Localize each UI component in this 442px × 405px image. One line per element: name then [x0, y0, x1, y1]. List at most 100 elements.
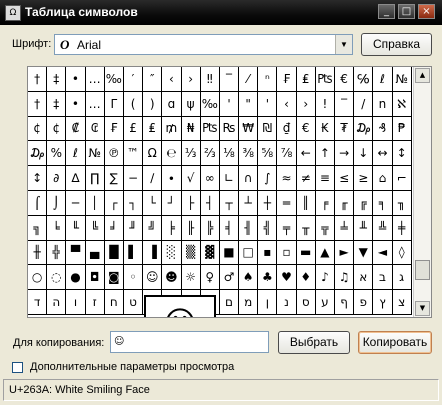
character-cell[interactable]: ₣ [104, 116, 124, 142]
character-cell[interactable]: " [239, 91, 259, 117]
character-cell[interactable]: … [85, 91, 105, 117]
character-cell[interactable]: ∩ [239, 166, 259, 191]
character-cell[interactable]: □ [239, 240, 259, 266]
character-cell[interactable]: ▫ [277, 240, 297, 266]
character-cell[interactable]: ♪ [315, 265, 335, 291]
character-cell[interactable]: ℅ [354, 67, 374, 92]
copy-input[interactable]: ☺ [110, 331, 269, 353]
character-cell[interactable]: ו [66, 290, 86, 315]
character-cell[interactable]: ╛ [104, 215, 124, 241]
character-cell[interactable]: ═ [277, 190, 297, 216]
character-cell[interactable]: ₤ [143, 116, 163, 142]
character-cell[interactable]: ם [219, 290, 240, 315]
character-cell[interactable]: ∆ [66, 166, 86, 191]
character-cell[interactable]: ‡ [47, 91, 67, 117]
character-cell[interactable]: ₯ [28, 141, 48, 167]
character-cell[interactable]: ┴ [239, 190, 259, 216]
character-cell[interactable]: ├ [181, 190, 201, 216]
character-cell[interactable]: ‼ [200, 67, 220, 92]
character-cell[interactable]: ▼ [354, 240, 374, 266]
character-cell[interactable]: … [85, 67, 105, 92]
character-grid[interactable]: † ‡ •… ‰ ′ ″ ‹ › ‼ ‾ ⁄ ⁿ ₣ ₤ ₧ € ℅ ℓ № † ‡ •… Γ() ɑ ψ ‰ ' " ' ‹ ›! ‾ / n ℵ… [27, 66, 432, 318]
copy-button[interactable]: Копировать [358, 331, 432, 354]
character-cell[interactable]: ץ [373, 290, 393, 315]
character-cell[interactable]: ╗ [28, 215, 48, 241]
character-cell[interactable]: ף [335, 290, 355, 315]
character-cell[interactable]: ג [392, 265, 412, 291]
character-cell[interactable]: ( [123, 91, 144, 117]
character-cell[interactable]: ╪ [392, 215, 412, 241]
character-cell[interactable]: ┘ [162, 190, 182, 216]
character-cell[interactable]: ▲ [315, 240, 335, 266]
character-cell[interactable]: ⅜ [239, 141, 259, 167]
character-cell[interactable]: Γ [104, 91, 124, 117]
character-cell[interactable]: → [335, 141, 355, 167]
character-cell[interactable]: ╡ [219, 215, 240, 241]
character-cell[interactable]: ∟ [219, 166, 240, 191]
character-cell[interactable]: ב [373, 265, 393, 291]
character-cell[interactable]: ≠ [296, 166, 316, 191]
character-cell[interactable]: ♣ [258, 265, 278, 291]
character-cell[interactable]: ₫ [277, 116, 297, 142]
character-cell[interactable]: ₱ [392, 116, 412, 142]
advanced-view-checkbox[interactable] [12, 362, 23, 373]
character-cell[interactable]: ס [296, 290, 316, 315]
close-button[interactable]: × [418, 4, 435, 19]
character-cell[interactable]: ┤ [200, 190, 220, 216]
character-cell[interactable]: │ [85, 190, 105, 216]
character-cell[interactable]: ≡ [315, 166, 335, 191]
character-cell[interactable]: א [354, 265, 374, 291]
character-cell[interactable]: ╦ [315, 215, 335, 241]
character-cell[interactable]: ₭ [315, 116, 335, 142]
character-cell[interactable]: ₧ [315, 67, 335, 92]
character-cell[interactable]: ● [66, 265, 86, 291]
character-cell[interactable]: ψ [181, 91, 201, 117]
character-cell[interactable]: € [296, 116, 316, 142]
character-cell[interactable]: ⅞ [277, 141, 297, 167]
character-cell[interactable]: ╒ [315, 190, 335, 216]
character-cell[interactable]: ™ [123, 141, 144, 167]
character-cell[interactable]: ‰ [104, 67, 124, 92]
scroll-down-icon[interactable]: ▼ [415, 301, 430, 316]
character-cell[interactable]: ₢ [85, 116, 105, 142]
character-cell[interactable]: ♥ [277, 265, 297, 291]
scroll-up-icon[interactable]: ▲ [415, 68, 430, 83]
character-cell[interactable]: ☺ [143, 265, 163, 291]
character-cell[interactable]: ╝ [143, 215, 163, 241]
character-cell[interactable]: € [335, 67, 355, 92]
character-cell[interactable]: £ [123, 116, 144, 142]
character-cell[interactable]: ₤ [296, 67, 316, 92]
character-cell[interactable]: ℓ [66, 141, 86, 167]
character-cell[interactable]: ⌡ [47, 190, 67, 216]
character-cell[interactable]: ╤ [277, 215, 297, 241]
character-cell[interactable]: ─ [66, 190, 86, 216]
character-cell[interactable]: ℮ [162, 141, 182, 167]
character-cell[interactable]: ≤ [335, 166, 355, 191]
character-cell[interactable]: ɑ [162, 91, 182, 117]
character-cell[interactable]: ║ [296, 190, 316, 216]
character-cell[interactable]: ‹ [162, 67, 182, 92]
character-cell[interactable]: ╢ [239, 215, 259, 241]
character-cell[interactable]: ╘ [47, 215, 67, 241]
character-cell[interactable]: ┌ [104, 190, 124, 216]
character-cell[interactable]: ∏ [85, 166, 105, 191]
character-cell[interactable]: ↔ [373, 141, 393, 167]
character-cell[interactable]: ∙ [162, 166, 182, 191]
character-cell[interactable]: צ [392, 290, 412, 315]
character-cell[interactable]: ≈ [277, 166, 297, 191]
character-cell[interactable]: ░ [162, 240, 182, 266]
character-cell[interactable]: ′ [123, 67, 144, 92]
character-cell[interactable]: ח [104, 290, 124, 315]
character-cell[interactable]: ‡ [47, 67, 67, 92]
character-cell[interactable]: ! [315, 91, 335, 117]
character-cell[interactable]: ▬ [296, 240, 316, 266]
character-cell[interactable]: ◊ [392, 240, 412, 266]
character-cell[interactable]: ↕ [28, 166, 48, 191]
character-cell[interactable]: ∫ [258, 166, 278, 191]
character-cell[interactable]: מ [239, 290, 259, 315]
character-cell[interactable]: › [181, 67, 201, 92]
character-cell[interactable]: █ [104, 240, 124, 266]
character-cell[interactable]: ' [258, 91, 278, 117]
character-cell[interactable]: ◘ [85, 265, 105, 291]
character-cell[interactable]: ╔ [354, 190, 374, 216]
